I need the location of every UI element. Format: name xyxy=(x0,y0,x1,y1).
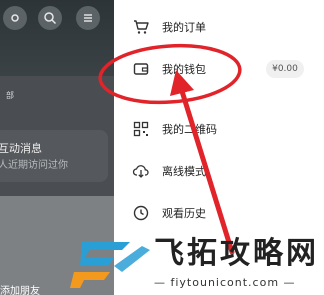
watermark-logo-orange-shape xyxy=(70,272,110,288)
wallet-icon xyxy=(132,60,150,78)
cloud-download-icon xyxy=(132,162,150,180)
menu-item-watch-history[interactable]: 观看历史 xyxy=(114,196,324,230)
watermark-logo xyxy=(70,242,150,288)
cart-icon xyxy=(132,18,150,36)
add-friend-link[interactable]: 添加朋友 xyxy=(0,282,40,295)
menu-item-orders[interactable]: 我的订单 xyxy=(114,10,324,44)
wallet-balance-badge: ¥0.00 xyxy=(266,60,304,78)
menu-label-watch-history: 观看历史 xyxy=(162,207,206,220)
menu-label-offline-mode: 离线模式 xyxy=(162,165,206,178)
qr-code-icon xyxy=(132,120,150,138)
menu-label-orders: 我的订单 xyxy=(162,21,206,34)
section-tag: 部 xyxy=(6,91,14,100)
message-card-subtitle: 人近期访问过你 xyxy=(0,160,68,171)
menu-item-wallet[interactable]: 我的钱包 ¥0.00 xyxy=(114,52,324,86)
clock-icon xyxy=(132,204,150,222)
menu-label-wallet: 我的钱包 xyxy=(162,63,206,76)
search-icon[interactable] xyxy=(38,6,62,30)
menu-label-qr-code: 我的二维码 xyxy=(162,123,217,136)
watermark-brand: 飞拓攻略网 xyxy=(154,236,319,271)
menu-icon[interactable] xyxy=(76,6,100,30)
menu-item-qr-code[interactable]: 我的二维码 xyxy=(114,112,324,146)
message-card-title: 互动消息 xyxy=(0,142,42,155)
menu-item-offline-mode[interactable]: 离线模式 xyxy=(114,154,324,188)
watermark-url: — fiytounicont.com — xyxy=(154,276,296,289)
settings-icon[interactable] xyxy=(3,6,27,30)
